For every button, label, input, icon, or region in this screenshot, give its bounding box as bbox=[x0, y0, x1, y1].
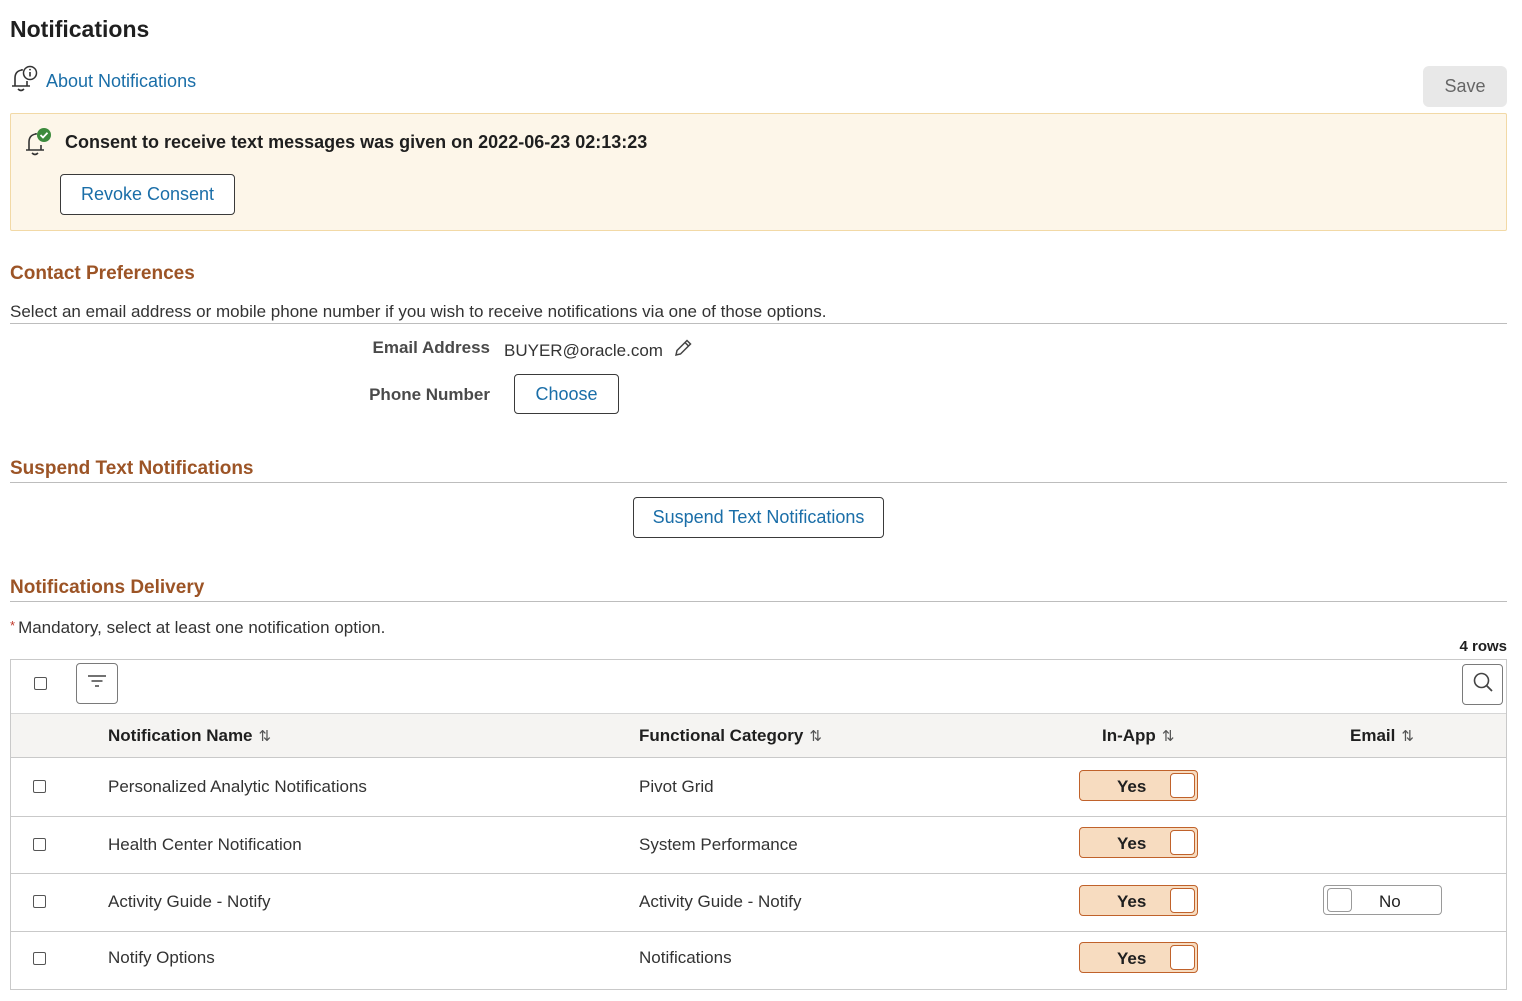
toggle-label: Yes bbox=[1117, 834, 1147, 853]
column-header-label: In-App bbox=[1102, 726, 1156, 745]
in-app-toggle[interactable]: Yes bbox=[1079, 770, 1198, 801]
choose-phone-button[interactable]: Choose bbox=[514, 374, 619, 414]
sort-icon[interactable]: ⇅ bbox=[1162, 727, 1175, 745]
bell-info-icon bbox=[10, 64, 38, 99]
grid-toolbar bbox=[11, 660, 1506, 714]
toggle-knob bbox=[1170, 888, 1195, 913]
notification-name: Activity Guide - Notify bbox=[108, 892, 271, 911]
required-star: * bbox=[10, 618, 16, 633]
search-button[interactable] bbox=[1462, 664, 1503, 705]
notifications-grid: Notification Name ⇅ Functional Category ⇅ … bbox=[10, 659, 1507, 990]
select-all-checkbox[interactable] bbox=[34, 677, 47, 690]
functional-category: Activity Guide - Notify bbox=[639, 892, 802, 911]
divider bbox=[10, 482, 1507, 483]
suspend-section-title: Suspend Text Notifications bbox=[10, 458, 254, 479]
about-notifications-link[interactable]: About Notifications bbox=[10, 64, 196, 99]
mandatory-note: * Mandatory, select at least one notifica… bbox=[10, 618, 385, 638]
sort-icon[interactable]: ⇅ bbox=[259, 727, 272, 745]
row-checkbox[interactable] bbox=[33, 952, 46, 965]
column-header-label: Functional Category bbox=[639, 726, 804, 745]
email-toggle[interactable]: No bbox=[1323, 885, 1442, 915]
in-app-toggle[interactable]: Yes bbox=[1079, 942, 1198, 973]
email-value-wrap: BUYER@oracle.com bbox=[504, 338, 693, 363]
row-checkbox[interactable] bbox=[33, 895, 46, 908]
toggle-label: Yes bbox=[1117, 892, 1147, 911]
filter-button[interactable] bbox=[76, 663, 118, 704]
sort-icon[interactable]: ⇅ bbox=[809, 727, 822, 745]
column-header-email[interactable]: Email ⇅ bbox=[1350, 726, 1414, 746]
in-app-toggle[interactable]: Yes bbox=[1079, 885, 1198, 916]
table-row: Health Center Notification System Perfor… bbox=[11, 817, 1506, 874]
in-app-toggle[interactable]: Yes bbox=[1079, 827, 1198, 858]
contact-preferences-title: Contact Preferences bbox=[10, 263, 195, 284]
toggle-knob bbox=[1170, 945, 1195, 970]
row-checkbox[interactable] bbox=[33, 838, 46, 851]
table-row: Personalized Analytic Notifications Pivo… bbox=[11, 758, 1506, 817]
notification-name: Personalized Analytic Notifications bbox=[108, 777, 367, 796]
functional-category: System Performance bbox=[639, 835, 798, 854]
notification-name: Notify Options bbox=[108, 948, 215, 967]
divider bbox=[10, 601, 1507, 602]
about-notifications-label: About Notifications bbox=[46, 71, 197, 91]
phone-label: Phone Number bbox=[369, 385, 490, 404]
toggle-label: Yes bbox=[1117, 949, 1147, 968]
suspend-text-notifications-button[interactable]: Suspend Text Notifications bbox=[633, 497, 884, 538]
revoke-consent-button[interactable]: Revoke Consent bbox=[60, 174, 235, 215]
bell-check-icon bbox=[23, 126, 53, 163]
contact-description: Select an email address or mobile phone … bbox=[10, 302, 827, 321]
column-header-label: Email bbox=[1350, 726, 1396, 745]
filter-icon bbox=[86, 672, 108, 695]
rows-count: 4 rows bbox=[1459, 638, 1507, 655]
toggle-knob bbox=[1327, 888, 1352, 912]
notification-name: Health Center Notification bbox=[108, 835, 302, 854]
toggle-label: No bbox=[1379, 892, 1401, 911]
column-header-notification-name[interactable]: Notification Name ⇅ bbox=[108, 726, 271, 746]
row-checkbox[interactable] bbox=[33, 780, 46, 793]
grid-header-row: Notification Name ⇅ Functional Category ⇅ … bbox=[11, 714, 1506, 758]
email-label: Email Address bbox=[372, 338, 490, 357]
mandatory-text: Mandatory, select at least one notificat… bbox=[18, 618, 386, 637]
toggle-label: Yes bbox=[1117, 777, 1147, 796]
delivery-section-title: Notifications Delivery bbox=[10, 577, 205, 598]
toggle-knob bbox=[1170, 773, 1195, 798]
pencil-icon[interactable] bbox=[673, 338, 693, 363]
functional-category: Notifications bbox=[639, 948, 732, 967]
email-value: BUYER@oracle.com bbox=[504, 340, 663, 360]
toggle-knob bbox=[1170, 830, 1195, 855]
consent-message: Consent to receive text messages was giv… bbox=[65, 132, 648, 152]
page-title: Notifications bbox=[10, 16, 150, 42]
consent-banner: Consent to receive text messages was giv… bbox=[10, 113, 1507, 231]
column-header-functional-category[interactable]: Functional Category ⇅ bbox=[639, 726, 822, 746]
divider bbox=[10, 323, 1507, 324]
table-row: Notify Options Notifications Yes bbox=[11, 932, 1506, 990]
search-icon bbox=[1472, 671, 1494, 698]
save-button[interactable]: Save bbox=[1423, 66, 1507, 107]
column-header-in-app[interactable]: In-App ⇅ bbox=[1102, 726, 1174, 746]
sort-icon[interactable]: ⇅ bbox=[1401, 727, 1414, 745]
column-header-label: Notification Name bbox=[108, 726, 253, 745]
table-row: Activity Guide - Notify Activity Guide -… bbox=[11, 874, 1506, 932]
functional-category: Pivot Grid bbox=[639, 777, 714, 796]
